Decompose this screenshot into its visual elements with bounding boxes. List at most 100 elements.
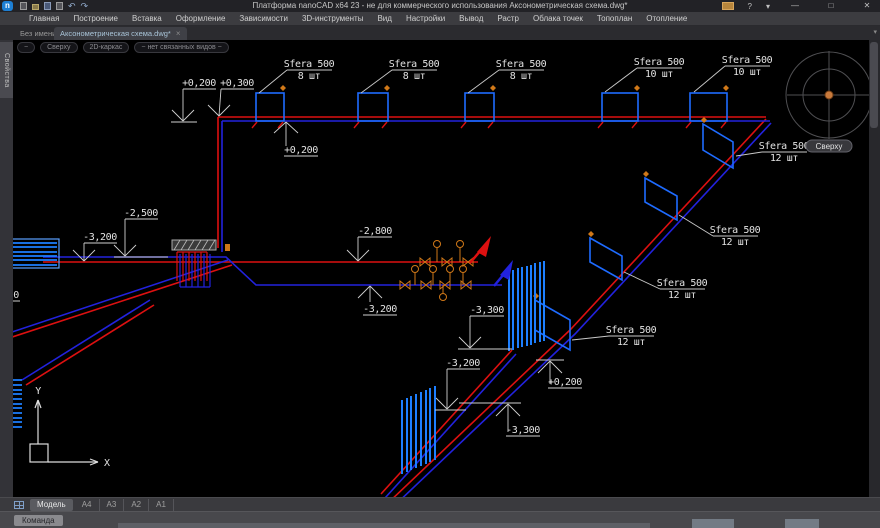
- menu-rastr[interactable]: Растр: [490, 12, 526, 26]
- viewport-visual-style-button[interactable]: 2D-каркас: [83, 42, 130, 53]
- svg-text:300: 300: [13, 290, 19, 301]
- radiators-diagonal-run[interactable]: [535, 124, 733, 350]
- level-mark: -2,800: [347, 226, 392, 261]
- menu-oblaka-tochek[interactable]: Облака точек: [526, 12, 590, 26]
- svg-text:-3,200: -3,200: [363, 304, 397, 315]
- tab-a1[interactable]: A1: [149, 499, 174, 511]
- layout-grid-icon[interactable]: [14, 501, 24, 509]
- svg-text:-2,800: -2,800: [358, 226, 392, 237]
- svg-text:8 шт: 8 шт: [403, 71, 426, 82]
- viewport-view-button[interactable]: Сверху: [40, 42, 77, 53]
- menu-bar: Главная Построение Вставка Оформление За…: [0, 12, 880, 26]
- menu-nastroyki[interactable]: Настройки: [399, 12, 452, 26]
- menu-glavnaya[interactable]: Главная: [22, 12, 66, 26]
- vertical-scrollbar[interactable]: [869, 40, 880, 497]
- statusbar-fragment: [692, 519, 734, 528]
- coil-radiator-bottom-left[interactable]: [13, 380, 22, 427]
- close-tab-icon[interactable]: ×: [176, 29, 181, 38]
- callout: Sfera 500 10 шт: [605, 57, 685, 92]
- menu-3d-instrumenty[interactable]: 3D-инструменты: [295, 12, 371, 26]
- wheel-center-dot[interactable]: [825, 91, 833, 99]
- level-mark: +0,200: [171, 78, 216, 122]
- callout: Sfera 500 10 шт: [694, 55, 773, 92]
- doc-tab-active[interactable]: Аксонометрическая схема.dwg* ×: [54, 27, 187, 40]
- callout: Sfera 500 12 шт: [572, 325, 657, 348]
- svg-text:+0,300: +0,300: [220, 78, 254, 89]
- svg-text:Sfera 500: Sfera 500: [389, 59, 440, 70]
- svg-text:12 шт: 12 шт: [617, 337, 645, 348]
- help-button[interactable]: ?: [748, 2, 752, 11]
- tab-overflow-icon[interactable]: ▾: [873, 28, 877, 36]
- minimize-button[interactable]: —: [784, 0, 806, 12]
- menu-vstavka[interactable]: Вставка: [125, 12, 169, 26]
- svg-text:10 шт: 10 шт: [645, 69, 673, 80]
- level-mark: -3,300: [458, 305, 512, 349]
- svg-text:+0,200: +0,200: [182, 78, 216, 89]
- tab-model[interactable]: Модель: [30, 499, 73, 511]
- svg-text:Sfera 500: Sfera 500: [657, 278, 708, 289]
- level-mark: -3,200: [435, 358, 480, 410]
- svg-text:12 шт: 12 шт: [770, 153, 798, 164]
- doc-tab-label: Аксонометрическая схема.dwg*: [60, 29, 171, 38]
- svg-text:Sfera 500: Sfera 500: [759, 141, 810, 152]
- layout-tab-bar: Модель A4 A3 A2 A1: [0, 497, 880, 512]
- command-prompt[interactable]: Команда: [14, 515, 63, 526]
- svg-text:8 шт: 8 шт: [298, 71, 321, 82]
- statusbar-fragment: [785, 519, 819, 528]
- svg-text:10 шт: 10 шт: [733, 67, 761, 78]
- level-mark: -3,200: [358, 286, 397, 315]
- menu-otoplenie[interactable]: Отопление: [639, 12, 694, 26]
- menu-zavisimosti[interactable]: Зависимости: [232, 12, 295, 26]
- svg-text:Sfera 500: Sfera 500: [496, 59, 547, 70]
- title-bar: n ↶ ↷ Платформа nanoCAD x64 23 - не для …: [0, 0, 880, 12]
- ribbon-toggle-icon[interactable]: [722, 2, 734, 10]
- svg-text:-3,200: -3,200: [446, 358, 480, 369]
- callout: Sfera 500 8 шт: [468, 59, 547, 93]
- svg-text:8 шт: 8 шт: [510, 71, 533, 82]
- callout: Sfera 500 12 шт: [624, 272, 708, 301]
- menu-topoplan[interactable]: Топоплан: [590, 12, 639, 26]
- svg-text:Sfera 500: Sfera 500: [722, 55, 773, 66]
- svg-text:-3,300: -3,300: [506, 425, 540, 436]
- tab-a2[interactable]: A2: [124, 499, 149, 511]
- svg-text:Sfera 500: Sfera 500: [284, 59, 335, 70]
- scrollbar-thumb[interactable]: [870, 42, 878, 128]
- svg-text:-2,500: -2,500: [124, 208, 158, 219]
- svg-text:Sfera 500: Sfera 500: [710, 225, 761, 236]
- manifold-radiator-left[interactable]: [13, 239, 59, 268]
- tab-a3[interactable]: A3: [100, 499, 125, 511]
- flow-arrow-supply: [470, 236, 491, 263]
- ucs-y-label: Y: [35, 386, 41, 397]
- nanocad-window: n ↶ ↷ Платформа nanoCAD x64 23 - не для …: [0, 0, 880, 528]
- level-mark: -2,500: [114, 208, 168, 257]
- viewport-linked-views-button[interactable]: − нет связанных видов −: [134, 42, 228, 53]
- maximize-button[interactable]: □: [820, 0, 842, 12]
- svg-text:Sfera 500: Sfera 500: [634, 57, 685, 68]
- properties-panel-tab[interactable]: Свойства: [0, 42, 13, 98]
- svg-text:-3,300: -3,300: [470, 305, 504, 316]
- svg-text:+0,200: +0,200: [548, 377, 582, 388]
- menu-vid[interactable]: Вид: [370, 12, 398, 26]
- svg-text:Сверху: Сверху: [816, 142, 843, 151]
- navigation-wheel[interactable]: Сверху: [786, 51, 869, 152]
- coil-radiator-center[interactable]: [509, 261, 544, 351]
- callout: Sfera 500 8 шт: [259, 59, 335, 93]
- help-dropdown-icon[interactable]: ▾: [766, 2, 770, 11]
- ucs-icon: Y X: [30, 386, 110, 469]
- svg-text:-3,200: -3,200: [83, 232, 117, 243]
- viewport-controls: − Сверху 2D-каркас − нет связанных видов…: [17, 42, 229, 53]
- valve-station[interactable]: [400, 241, 473, 301]
- close-button[interactable]: ✕: [856, 0, 878, 12]
- callout: Sfera 500 12 шт: [679, 215, 761, 248]
- ucs-x-label: X: [104, 458, 110, 469]
- callout: Sfera 500 8 шт: [361, 59, 440, 93]
- menu-postroenie[interactable]: Построение: [66, 12, 125, 26]
- drawing-canvas[interactable]: +0,200 +0,300 +0,200 -2,500: [13, 40, 869, 497]
- valve-icon: [225, 244, 230, 251]
- svg-text:12 шт: 12 шт: [721, 237, 749, 248]
- tab-a4[interactable]: A4: [75, 499, 100, 511]
- viewport-collapse-button[interactable]: −: [17, 42, 35, 53]
- menu-oformlenie[interactable]: Оформление: [169, 12, 233, 26]
- statusbar-fragment: [118, 523, 650, 528]
- menu-vyvod[interactable]: Вывод: [452, 12, 490, 26]
